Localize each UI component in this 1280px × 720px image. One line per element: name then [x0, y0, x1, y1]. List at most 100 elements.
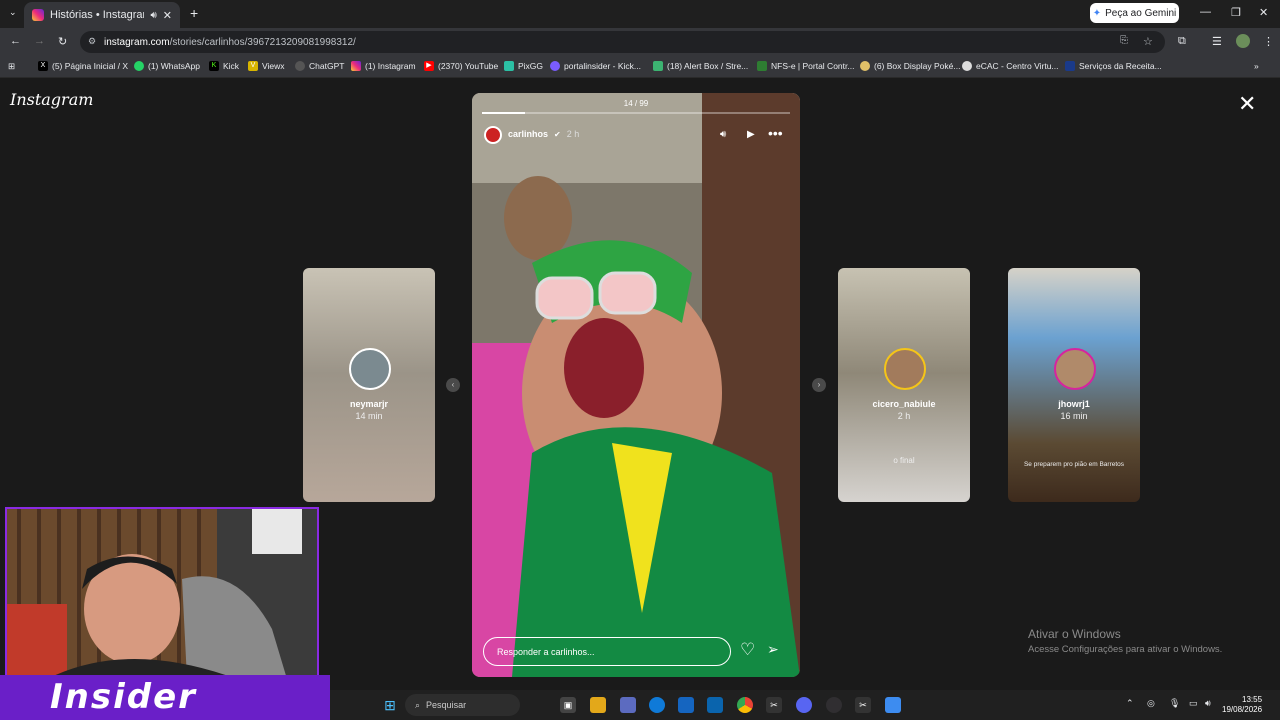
system-clock[interactable]: 13:55 19/08/2026	[1222, 695, 1262, 715]
story-progress-fill	[482, 112, 526, 114]
volume-tray-icon[interactable]: 🔊︎	[1205, 698, 1211, 709]
side-story-neymarjr[interactable]: neymarjr 14 min	[303, 268, 435, 502]
bookmark-viewx[interactable]: V Viewx	[248, 61, 285, 71]
speaker-icon[interactable]: 🔊︎	[150, 10, 156, 21]
streamer-banner: Insider	[0, 675, 330, 720]
bookmark-instagram[interactable]: (1) Instagram	[351, 61, 416, 71]
streamlabs-icon	[653, 61, 663, 71]
story-video-frame	[472, 93, 800, 677]
media-control-icon[interactable]: ☰	[1212, 35, 1222, 48]
address-bar[interactable]: ⚙ instagram.com/stories/carlinhos/396721…	[80, 31, 1165, 53]
instagram-logo[interactable]: Instagram	[10, 90, 93, 109]
chrome-icon[interactable]	[737, 697, 753, 713]
install-app-icon[interactable]: ⎘	[1120, 35, 1128, 46]
previous-story-icon[interactable]: ‹	[446, 378, 460, 392]
reply-input[interactable]: Responder a carlinhos...	[483, 637, 731, 666]
bookmark-whatsapp[interactable]: (1) WhatsApp	[134, 61, 200, 71]
bookmark-portalinsider[interactable]: portalinsider - Kick...	[550, 61, 641, 71]
reload-icon[interactable]: ↻	[58, 35, 67, 48]
kick-icon: K	[209, 61, 219, 71]
side-story-name: cicero_nabiule	[872, 399, 936, 409]
clock-date: 19/08/2026	[1222, 705, 1263, 714]
receita-icon	[1065, 61, 1075, 71]
discord-icon[interactable]	[796, 697, 812, 713]
menu-kebab-icon[interactable]: ⋮	[1263, 35, 1274, 48]
outlook-icon[interactable]	[707, 697, 723, 713]
x-icon: X	[38, 61, 48, 71]
side-story-caption: Se preparem pro pião em Barretos	[1023, 461, 1125, 468]
mute-icon[interactable]: 🔊︎	[720, 129, 726, 140]
store-icon[interactable]	[678, 697, 694, 713]
back-icon[interactable]: ←	[10, 35, 21, 47]
bookmark-kick[interactable]: K Kick	[209, 61, 239, 71]
banner-logo-text: Insider	[50, 677, 197, 717]
display-tray-icon[interactable]: ▭	[1189, 698, 1198, 709]
copilot-icon[interactable]	[620, 697, 636, 713]
side-story-name: jhowrj1	[1058, 399, 1090, 409]
bookmarks-more-icon[interactable]: »	[1254, 61, 1259, 71]
windows-start-icon[interactable]: ⊞	[382, 697, 398, 713]
bookmark-chatgpt[interactable]: ChatGPT	[295, 61, 344, 71]
profile-avatar[interactable]	[1236, 34, 1250, 48]
tab-instagram-stories[interactable]: Histórias • Instagram 🔊︎ ✕	[24, 2, 180, 28]
tray-overflow-icon[interactable]: ⌃	[1126, 698, 1134, 709]
story-counter: 14 / 99	[623, 99, 649, 108]
tab-close-icon[interactable]: ✕	[163, 9, 172, 22]
search-placeholder: Pesquisar	[426, 700, 467, 710]
capcut-icon[interactable]: ✂	[766, 697, 782, 713]
story-user-info[interactable]: carlinhos ✔︎ 2 h	[508, 129, 579, 139]
task-view-icon[interactable]: ▣	[560, 697, 576, 713]
bookmark-alertbox[interactable]: (18) Alert Box / Stre...	[653, 61, 748, 71]
next-story-icon[interactable]: ›	[812, 378, 826, 392]
chatgpt-icon	[295, 61, 305, 71]
side-story-time: 14 min	[355, 411, 383, 421]
restore-icon[interactable]: ❐	[1231, 6, 1241, 19]
window-close-icon[interactable]: ✕	[1259, 6, 1268, 19]
network-tray-icon[interactable]: ◎	[1147, 698, 1155, 709]
file-explorer-icon[interactable]	[590, 697, 606, 713]
side-story-jhowrj1[interactable]: jhowrj1 16 min Se preparem pro pião em B…	[1008, 268, 1140, 502]
more-options-icon[interactable]: •••	[768, 125, 783, 141]
bookmark-youtube[interactable]: ▶ (2370) YouTube	[424, 61, 498, 71]
pokemon-icon	[860, 61, 870, 71]
play-icon[interactable]: ▶	[747, 129, 755, 140]
close-stories-icon[interactable]: ✕	[1238, 93, 1256, 115]
ecac-icon	[962, 61, 972, 71]
side-story-cicero[interactable]: cicero_nabiule 2 h o final	[838, 268, 970, 502]
edge-icon[interactable]	[649, 697, 665, 713]
gemini-sparkle-icon: ✦	[1092, 7, 1102, 19]
new-tab-button[interactable]: +	[190, 5, 198, 21]
bookmark-x[interactable]: X (5) Página Inicial / X	[38, 61, 128, 71]
obs-icon[interactable]	[826, 697, 842, 713]
kick-profile-icon	[550, 61, 560, 71]
gemini-button[interactable]: ✦ Peça ao Gemini	[1090, 3, 1179, 23]
forward-icon[interactable]: →	[34, 35, 45, 47]
bookmark-receita[interactable]: Serviços da Receita...	[1065, 61, 1162, 71]
main-story[interactable]: 14 / 99 carlinhos ✔︎ 2 h 🔊︎ ▶ ••• Respon…	[472, 93, 800, 677]
jhowrj1-avatar	[1054, 348, 1096, 390]
site-info-icon[interactable]: ⚙	[88, 36, 96, 47]
side-story-time: 2 h	[897, 411, 911, 421]
capcut-second-icon[interactable]: ✂	[855, 697, 871, 713]
extensions-icon[interactable]: ⧉	[1178, 35, 1186, 48]
whatsapp-icon	[134, 61, 144, 71]
search-icon: ⌕	[415, 699, 421, 710]
cicero-avatar	[884, 348, 926, 390]
send-icon[interactable]: ➢	[767, 641, 779, 658]
calendar-app-icon[interactable]	[885, 697, 901, 713]
bookmark-star-icon[interactable]: ☆	[1143, 35, 1153, 48]
tab-strip: ⌄ Histórias • Instagram 🔊︎ ✕ + ✦ Peça ao…	[0, 0, 1280, 28]
tab-search-icon[interactable]: ⌄	[9, 7, 17, 18]
minimize-icon[interactable]: —	[1200, 6, 1211, 18]
bookmark-nfse[interactable]: NFS-e | Portal Contr...	[757, 61, 854, 71]
windows-activation-watermark: Ativar o Windows Acesse Configurações pa…	[1028, 627, 1222, 655]
bookmark-boxdisplay[interactable]: (6) Box Display Poké...	[860, 61, 960, 71]
story-progress-bar	[482, 112, 790, 114]
taskbar-search[interactable]: ⌕ Pesquisar	[405, 694, 520, 716]
apps-grid-icon[interactable]: ⊞	[8, 61, 15, 72]
mic-tray-icon[interactable]: 🎙︎	[1169, 698, 1180, 709]
carlinhos-avatar[interactable]	[484, 126, 502, 144]
bookmark-pixgg[interactable]: PixGG	[504, 61, 543, 71]
bookmark-ecac[interactable]: eCAC - Centro Virtu...	[962, 61, 1059, 71]
like-heart-icon[interactable]: ♡	[740, 640, 755, 660]
